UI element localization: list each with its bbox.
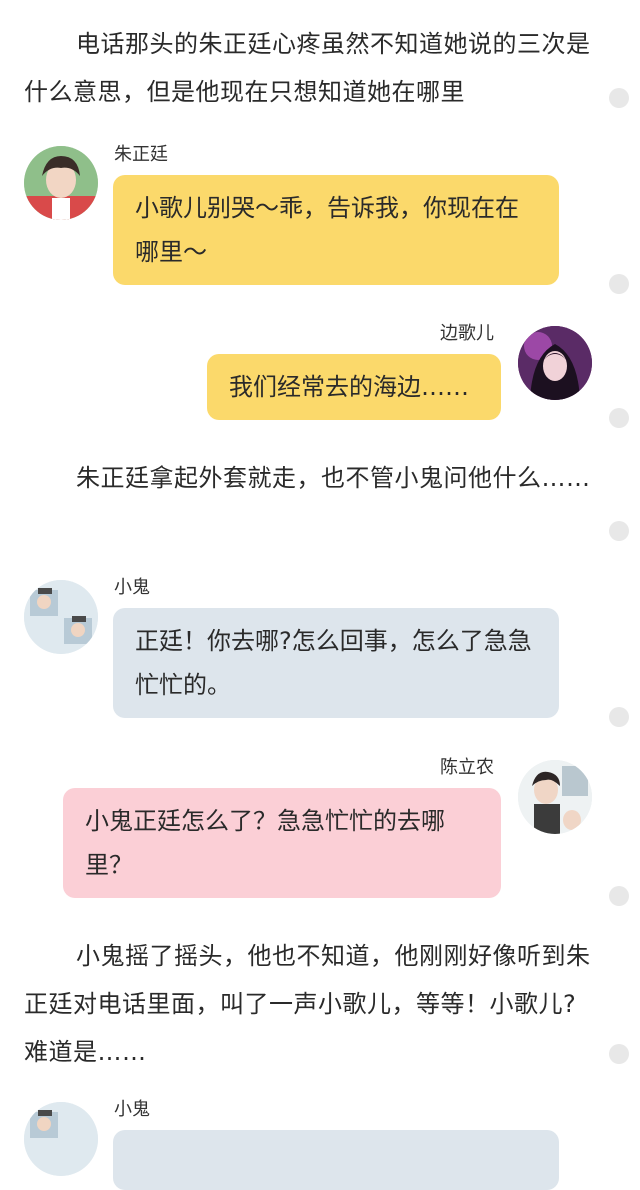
- scroll-dot: [609, 1044, 629, 1064]
- paragraph-text: 电话那头的朱正廷心疼虽然不知道她说的三次是什么意思，但是他现在只想知道她在哪里: [24, 30, 591, 106]
- scroll-dot: [609, 274, 629, 294]
- sender-name: 边歌儿: [440, 323, 494, 344]
- sender-name: 朱正廷: [114, 144, 168, 165]
- avatar-xiaogui-icon[interactable]: [24, 1102, 98, 1176]
- scroll-dot: [609, 521, 629, 541]
- avatar-xiaogui-icon[interactable]: [24, 580, 98, 654]
- scroll-dot: [609, 408, 629, 428]
- scroll-dot: [609, 886, 629, 906]
- story-paragraph: 小鬼摇了摇头，他也不知道，他刚刚好像听到朱正廷对电话里面，叫了一声小歌儿，等等！…: [24, 932, 599, 1076]
- story-paragraph: 电话那头的朱正廷心疼虽然不知道她说的三次是什么意思，但是他现在只想知道她在哪里: [24, 20, 599, 116]
- sender-name: 小鬼: [114, 577, 150, 598]
- message-bubble[interactable]: 小鬼正廷怎么了？急急忙忙的去哪里？: [63, 788, 501, 898]
- avatar-chen-icon[interactable]: [518, 760, 592, 834]
- scroll-dot: [609, 707, 629, 727]
- avatar-bian-icon[interactable]: [518, 326, 592, 400]
- story-paragraph: 朱正廷拿起外套就走，也不管小鬼问他什么……: [24, 454, 599, 502]
- sender-name: 陈立农: [440, 757, 494, 778]
- avatar-zhu-icon[interactable]: [24, 146, 98, 220]
- sender-name: 小鬼: [114, 1099, 150, 1120]
- message-bubble[interactable]: 正廷！你去哪?怎么回事，怎么了急急忙忙的。: [113, 608, 559, 718]
- scroll-dot: [609, 88, 629, 108]
- message-bubble[interactable]: 我们经常去的海边……: [207, 354, 501, 420]
- paragraph-text: 朱正廷拿起外套就走，也不管小鬼问他什么……: [76, 464, 591, 492]
- paragraph-text: 小鬼摇了摇头，他也不知道，他刚刚好像听到朱正廷对电话里面，叫了一声小歌儿，等等！…: [24, 942, 591, 1066]
- message-bubble[interactable]: 小歌儿别哭～乖，告诉我，你现在在哪里～: [113, 175, 559, 285]
- message-bubble[interactable]: [113, 1130, 559, 1190]
